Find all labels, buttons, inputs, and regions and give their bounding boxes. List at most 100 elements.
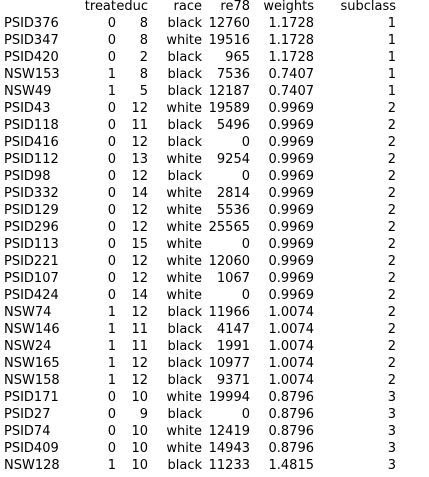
- row-name: PSID74: [4, 424, 51, 439]
- cell-treat: 0: [107, 118, 116, 133]
- cell-treat: 0: [107, 101, 116, 116]
- cell-race: black: [167, 373, 202, 388]
- table-row: NSW146 1 11 black 4147 1.0074 2: [4, 321, 396, 338]
- cell-weights: 0.8796: [268, 390, 315, 405]
- header-race: race: [173, 0, 202, 14]
- table-row: PSID98 0 12 black 0 0.9969 2: [4, 168, 396, 185]
- cell-subclass: 3: [387, 441, 396, 456]
- row-name: PSID416: [4, 135, 59, 150]
- table-row: PSID332 0 14 white 2814 0.9969 2: [4, 185, 396, 202]
- cell-educ: 2: [139, 50, 148, 65]
- cell-weights: 0.9969: [268, 288, 315, 303]
- cell-subclass: 3: [387, 390, 396, 405]
- row-name: NSW158: [4, 373, 60, 388]
- console-output: treat educ race re78 weights subclass PS…: [0, 0, 429, 477]
- cell-weights: 1.4815: [268, 458, 315, 473]
- cell-race: black: [167, 16, 202, 31]
- cell-educ: 10: [131, 441, 148, 456]
- cell-re78: 12419: [208, 424, 250, 439]
- row-name: PSID409: [4, 441, 59, 456]
- header-rowname: [4, 0, 72, 15]
- cell-weights: 1.1728: [268, 16, 315, 31]
- cell-weights: 0.9969: [268, 186, 315, 201]
- cell-educ: 12: [131, 373, 148, 388]
- cell-educ: 11: [131, 118, 148, 133]
- cell-race: white: [166, 424, 202, 439]
- cell-treat: 0: [107, 424, 116, 439]
- row-name: PSID376: [4, 16, 59, 31]
- table-row: PSID376 0 8 black 12760 1.1728 1: [4, 15, 396, 32]
- row-name: NSW128: [4, 458, 60, 473]
- cell-educ: 10: [131, 424, 148, 439]
- cell-race: black: [167, 339, 202, 354]
- cell-educ: 11: [131, 339, 148, 354]
- cell-weights: 0.7407: [268, 84, 315, 99]
- cell-educ: 8: [139, 16, 148, 31]
- cell-treat: 0: [107, 220, 116, 235]
- row-name: PSID98: [4, 169, 51, 184]
- cell-subclass: 2: [387, 254, 396, 269]
- header-treat: treat: [84, 0, 116, 14]
- cell-treat: 0: [107, 186, 116, 201]
- table-row: NSW153 1 8 black 7536 0.7407 1: [4, 66, 396, 83]
- cell-treat: 0: [107, 152, 116, 167]
- cell-subclass: 2: [387, 101, 396, 116]
- cell-weights: 0.9969: [268, 203, 315, 218]
- cell-race: black: [167, 458, 202, 473]
- cell-subclass: 2: [387, 339, 396, 354]
- cell-treat: 1: [107, 67, 116, 82]
- cell-educ: 12: [131, 135, 148, 150]
- cell-subclass: 1: [387, 33, 396, 48]
- row-name: PSID112: [4, 152, 59, 167]
- data-frame-table: treat educ race re78 weights subclass PS…: [4, 0, 396, 474]
- cell-subclass: 2: [387, 373, 396, 388]
- cell-re78: 19516: [208, 33, 250, 48]
- cell-re78: 0: [241, 407, 250, 422]
- cell-treat: 0: [107, 254, 116, 269]
- row-name: PSID27: [4, 407, 51, 422]
- cell-educ: 12: [131, 305, 148, 320]
- table-row: NSW24 1 11 black 1991 1.0074 2: [4, 338, 396, 355]
- cell-re78: 1067: [216, 271, 250, 286]
- cell-educ: 8: [139, 33, 148, 48]
- header-re78: re78: [220, 0, 250, 14]
- table-row: NSW49 1 5 black 12187 0.7407 1: [4, 83, 396, 100]
- cell-educ: 15: [131, 237, 148, 252]
- cell-weights: 1.0074: [268, 322, 315, 337]
- cell-subclass: 3: [387, 458, 396, 473]
- cell-treat: 0: [107, 390, 116, 405]
- row-name: PSID420: [4, 50, 59, 65]
- cell-re78: 11233: [208, 458, 250, 473]
- table-row: PSID74 0 10 white 12419 0.8796 3: [4, 423, 396, 440]
- table-row: NSW74 1 12 black 11966 1.0074 2: [4, 304, 396, 321]
- table-row: PSID112 0 13 white 9254 0.9969 2: [4, 151, 396, 168]
- cell-educ: 5: [139, 84, 148, 99]
- cell-re78: 25565: [208, 220, 250, 235]
- cell-subclass: 2: [387, 220, 396, 235]
- cell-race: black: [167, 305, 202, 320]
- cell-weights: 1.1728: [268, 50, 315, 65]
- table-row: PSID107 0 12 white 1067 0.9969 2: [4, 270, 396, 287]
- cell-subclass: 2: [387, 288, 396, 303]
- row-name: NSW165: [4, 356, 60, 371]
- cell-treat: 0: [107, 33, 116, 48]
- cell-race: black: [167, 84, 202, 99]
- row-name: NSW146: [4, 322, 60, 337]
- row-name: NSW153: [4, 67, 60, 82]
- cell-re78: 5496: [216, 118, 250, 133]
- cell-race: white: [166, 101, 202, 116]
- table-row: PSID221 0 12 white 12060 0.9969 2: [4, 253, 396, 270]
- row-name: PSID113: [4, 237, 59, 252]
- cell-educ: 12: [131, 220, 148, 235]
- row-name: PSID332: [4, 186, 59, 201]
- table-row: PSID296 0 12 white 25565 0.9969 2: [4, 219, 396, 236]
- cell-treat: 1: [107, 356, 116, 371]
- cell-re78: 0: [241, 135, 250, 150]
- table-row: PSID409 0 10 white 14943 0.8796 3: [4, 440, 396, 457]
- cell-weights: 0.9969: [268, 118, 315, 133]
- cell-treat: 1: [107, 84, 116, 99]
- header-educ: educ: [116, 0, 148, 14]
- cell-race: white: [166, 237, 202, 252]
- cell-subclass: 1: [387, 84, 396, 99]
- cell-subclass: 2: [387, 271, 396, 286]
